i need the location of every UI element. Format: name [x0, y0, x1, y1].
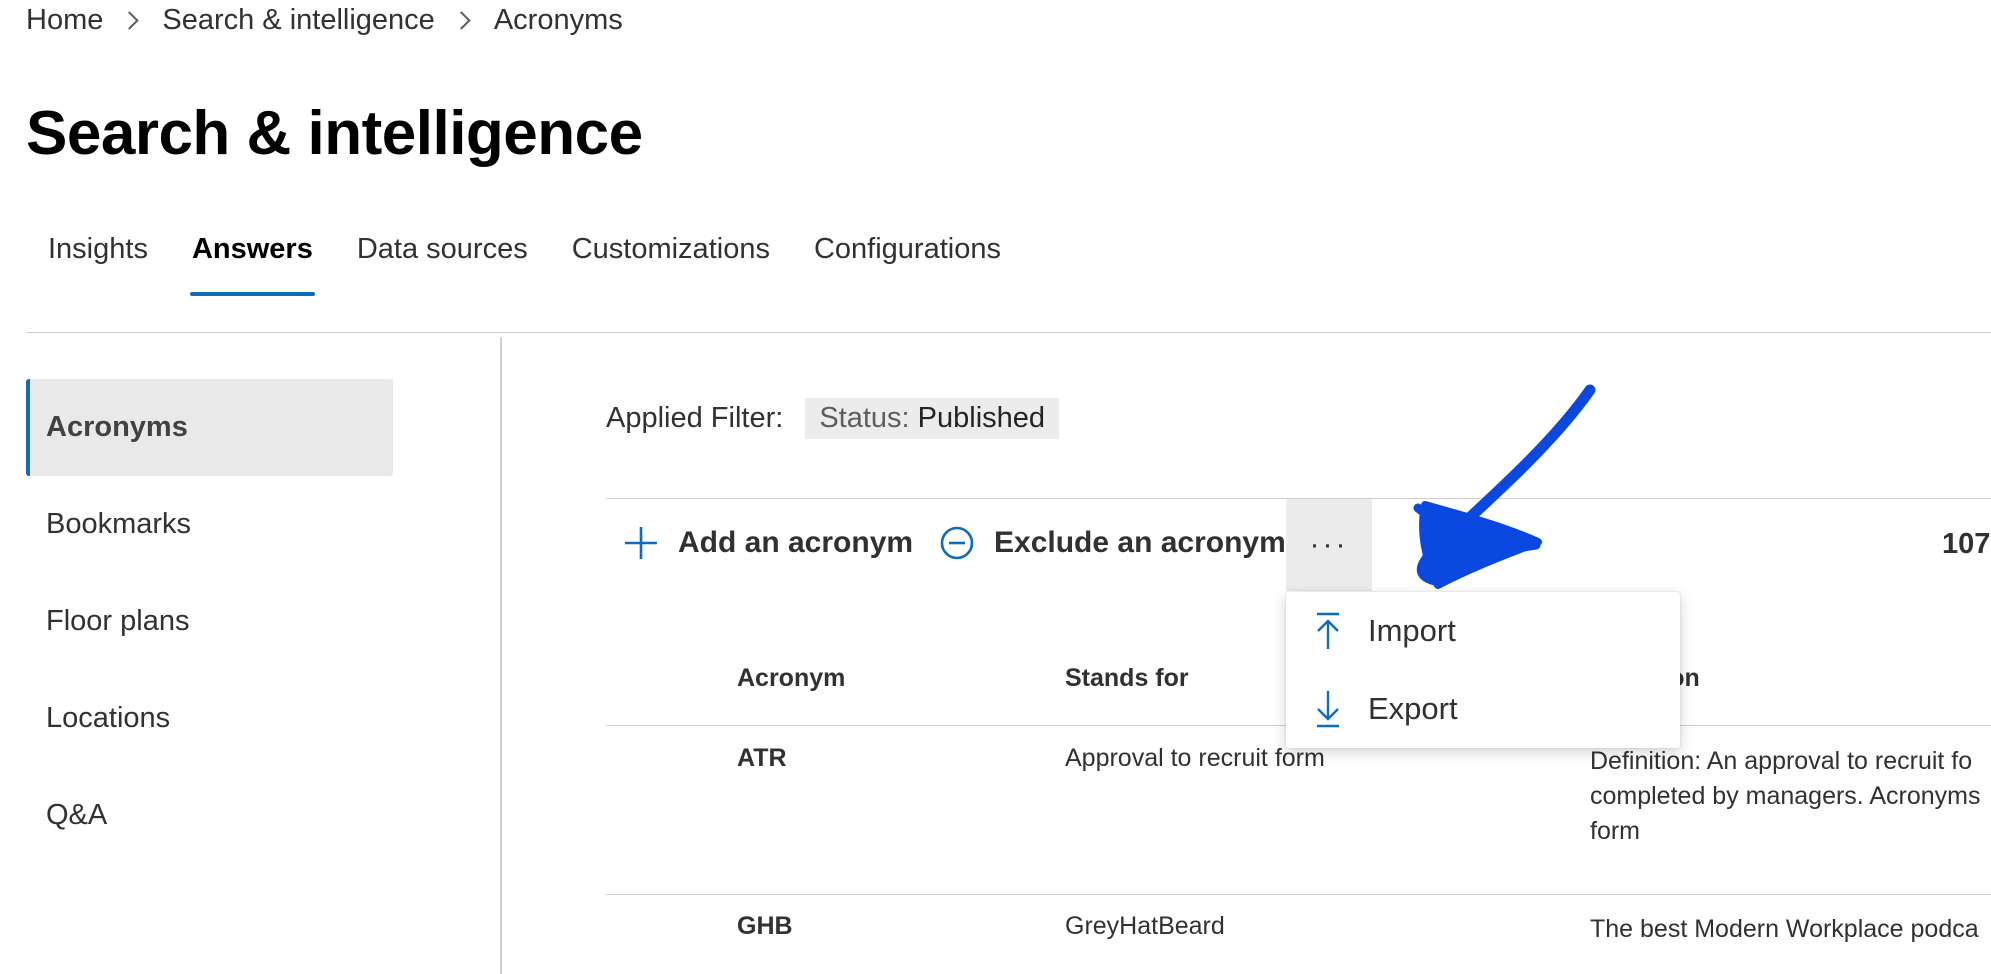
filter-chip-value: Published	[917, 402, 1046, 434]
sidebar-item-locations[interactable]: Locations	[26, 670, 393, 767]
tab-data-sources[interactable]: Data sources	[335, 226, 550, 296]
tab-customizations[interactable]: Customizations	[550, 226, 792, 296]
breadcrumb-home[interactable]: Home	[26, 4, 103, 37]
more-options-menu: Import Export	[1286, 592, 1680, 748]
cell-acronym: GHB	[737, 912, 793, 940]
header-divider	[26, 332, 1991, 333]
sidebar-item-acronyms[interactable]: Acronyms	[26, 379, 393, 476]
sidebar-item-bookmarks[interactable]: Bookmarks	[26, 476, 393, 573]
tab-insights[interactable]: Insights	[26, 226, 170, 296]
menu-item-label: Export	[1368, 691, 1458, 726]
cell-stands-for: GreyHatBeard	[1065, 912, 1225, 940]
sidebar-item-qa[interactable]: Q&A	[26, 767, 393, 864]
breadcrumb-search-intelligence[interactable]: Search & intelligence	[162, 4, 434, 37]
filter-chip-key: Status:	[819, 402, 910, 434]
filter-label: Applied Filter:	[606, 402, 784, 434]
item-count: 107	[1942, 528, 1991, 560]
page: Home Search & intelligence Acronyms Sear…	[0, 0, 1991, 974]
more-options-button[interactable]: ···	[1286, 499, 1372, 591]
more-options-icon: ···	[1309, 528, 1349, 561]
exclude-acronym-button[interactable]: Exclude an acronym	[938, 524, 1286, 562]
cell-description: Definition: An approval to recruit fo co…	[1590, 744, 1990, 849]
sidebar: Acronyms Bookmarks Floor plans Locations…	[26, 379, 393, 864]
page-title: Search & intelligence	[26, 99, 643, 168]
description-line: form	[1590, 817, 1640, 845]
filter-chip[interactable]: Status: Published	[805, 398, 1060, 439]
tab-answers[interactable]: Answers	[170, 226, 335, 296]
plus-icon	[625, 527, 657, 559]
add-acronym-button[interactable]: Add an acronym	[622, 524, 913, 562]
import-arrow-up-icon	[1308, 611, 1348, 651]
menu-item-export[interactable]: Export	[1286, 670, 1680, 748]
description-line: Definition: An approval to recruit fo	[1590, 747, 1973, 775]
breadcrumb: Home Search & intelligence Acronyms	[26, 4, 623, 37]
add-acronym-label: Add an acronym	[678, 526, 914, 559]
cell-description: The best Modern Workplace podca	[1590, 912, 1990, 947]
exclude-acronym-label: Exclude an acronym	[994, 526, 1286, 559]
description-line: The best Modern Workplace podca	[1590, 915, 1979, 943]
tab-configurations[interactable]: Configurations	[792, 226, 1023, 296]
cell-acronym: ATR	[737, 744, 787, 772]
chevron-right-icon	[452, 11, 471, 30]
tab-bar: Insights Answers Data sources Customizat…	[26, 226, 1023, 296]
table-row-divider	[606, 894, 1991, 895]
chevron-right-icon	[120, 11, 140, 30]
column-header-stands-for[interactable]: Stands for	[1065, 664, 1189, 693]
cell-stands-for: Approval to recruit form	[1065, 744, 1325, 772]
minus-circle-icon	[940, 526, 974, 560]
menu-item-label: Import	[1368, 613, 1456, 648]
column-header-acronym[interactable]: Acronym	[737, 664, 845, 693]
description-line: completed by managers. Acronyms	[1590, 782, 1981, 810]
export-arrow-down-icon	[1308, 689, 1348, 729]
menu-item-import[interactable]: Import	[1286, 592, 1680, 670]
applied-filter: Applied Filter: Status: Published	[606, 398, 1060, 439]
breadcrumb-acronyms: Acronyms	[493, 4, 623, 36]
sidebar-item-floor-plans[interactable]: Floor plans	[26, 573, 393, 670]
sidebar-divider	[500, 337, 502, 974]
